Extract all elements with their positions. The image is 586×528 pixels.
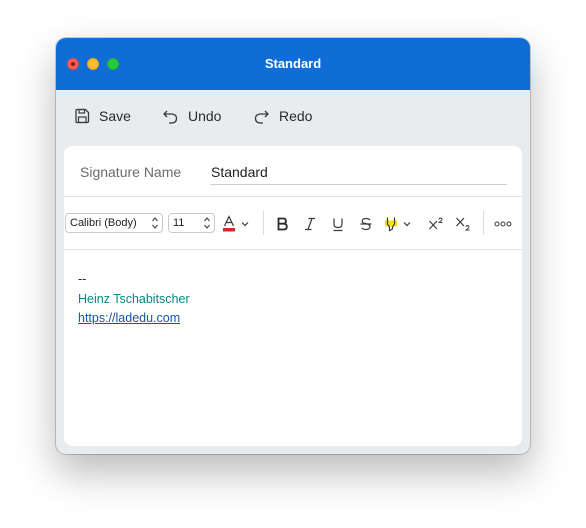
font-family-value: Calibri (Body) [70, 217, 137, 229]
toolbar-divider [263, 211, 264, 235]
toolbar: Save Undo Redo [56, 90, 530, 146]
signature-name-text: Heinz Tschabitscher [78, 291, 190, 306]
title-bar[interactable]: Standard [56, 38, 530, 90]
updown-chevron-icon [152, 217, 158, 229]
signature-separator: -- [78, 272, 87, 286]
superscript-button[interactable] [426, 214, 446, 234]
signature-name-row: Signature Name [64, 146, 522, 197]
save-label: Save [99, 108, 131, 124]
signature-editor-window: Standard Save Undo Redo Signature Name S… [56, 38, 530, 454]
font-color-button[interactable] [222, 214, 256, 234]
italic-icon [305, 217, 315, 231]
signature-name-input[interactable] [210, 160, 507, 185]
updown-chevron-icon [204, 217, 210, 229]
signature-name-label: Signature Name [80, 164, 182, 180]
underline-button[interactable] [328, 214, 348, 234]
window-title: Standard [264, 56, 322, 71]
redo-button[interactable]: Redo [253, 104, 312, 128]
formatting-toolbar: Calibri (Body) 11 [64, 197, 522, 250]
undo-button[interactable]: Undo [162, 104, 221, 128]
subscript-button[interactable] [453, 214, 473, 234]
editor-panel: Signature Name Calibri (Body) 11 [64, 146, 522, 446]
superscript-icon [429, 217, 443, 230]
more-icon [494, 221, 512, 227]
font-family-select[interactable]: Calibri (Body) [65, 213, 163, 233]
highlight-button[interactable] [384, 214, 418, 234]
bold-button[interactable] [272, 214, 292, 234]
italic-button[interactable] [300, 214, 320, 234]
redo-label: Redo [279, 108, 313, 124]
font-size-select[interactable]: 11 [168, 213, 215, 233]
strikethrough-button[interactable] [356, 214, 376, 234]
save-icon [75, 108, 90, 124]
highlighter-icon [385, 217, 397, 232]
save-button[interactable]: Save [74, 104, 131, 128]
redo-icon [254, 110, 269, 124]
signature-link[interactable]: https://ladedu.com [78, 309, 190, 329]
more-options-button[interactable] [492, 214, 514, 234]
signature-body-editor[interactable]: -- Heinz Tschabitscher https://ladedu.co… [78, 270, 190, 329]
font-size-value: 11 [173, 217, 185, 229]
undo-label: Undo [188, 108, 222, 124]
undo-icon [163, 110, 178, 124]
strikethrough-icon [360, 217, 372, 231]
font-color-icon [223, 215, 235, 232]
toolbar-divider [483, 211, 484, 235]
bold-icon [277, 217, 288, 231]
subscript-icon [456, 217, 470, 231]
chevron-down-icon [241, 222, 249, 227]
chevron-down-icon [403, 222, 411, 227]
underline-icon [333, 218, 343, 231]
